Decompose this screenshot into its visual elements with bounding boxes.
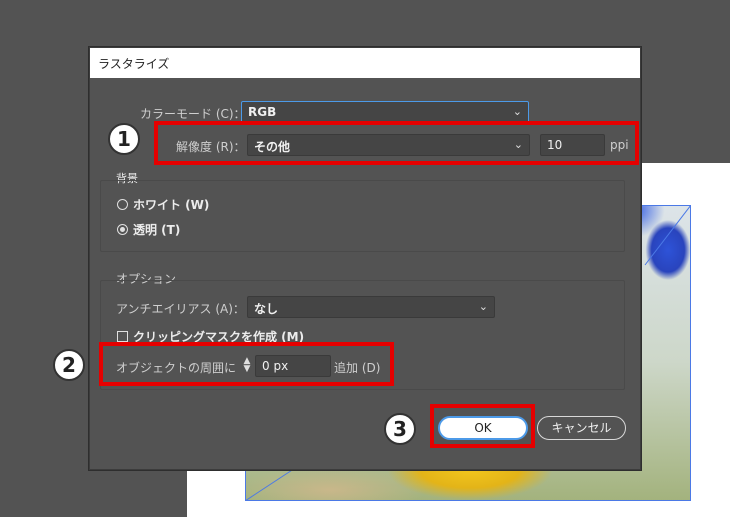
background-group — [100, 180, 625, 252]
antialias-value: なし — [254, 302, 279, 316]
radio-transparent[interactable] — [117, 224, 128, 235]
radio-white-label[interactable]: ホワイト (W) — [133, 196, 209, 213]
chevron-down-icon: ⌄ — [512, 105, 522, 118]
radio-transparent-label[interactable]: 透明 (T) — [133, 221, 180, 238]
color-mode-label: カラーモード (C)： — [140, 107, 246, 121]
dialog-titlebar[interactable]: ラスタライズ — [90, 48, 640, 78]
clipping-mask-checkbox[interactable] — [117, 331, 128, 342]
antialias-label: アンチエイリアス (A)： — [116, 302, 245, 316]
chevron-down-icon: ⌄ — [478, 300, 488, 313]
step-badge-2: 2 — [53, 349, 85, 381]
color-mode-select[interactable]: RGB ⌄ — [241, 101, 529, 123]
dialog-title: ラスタライズ — [98, 57, 170, 71]
rasterize-dialog: ラスタライズ カラーモード (C)： RGB ⌄ 解像度 (R)： その他 ⌄ … — [89, 47, 641, 470]
cancel-button[interactable]: キャンセル — [537, 416, 626, 440]
color-mode-value: RGB — [248, 105, 277, 119]
highlight-box-ok — [430, 404, 535, 448]
radio-white[interactable] — [117, 199, 128, 210]
step-badge-1: 1 — [108, 123, 140, 155]
step-badge-3: 3 — [384, 413, 416, 445]
highlight-box-resolution — [154, 121, 639, 165]
highlight-box-padding — [99, 342, 394, 386]
antialias-select[interactable]: なし ⌄ — [247, 296, 495, 318]
